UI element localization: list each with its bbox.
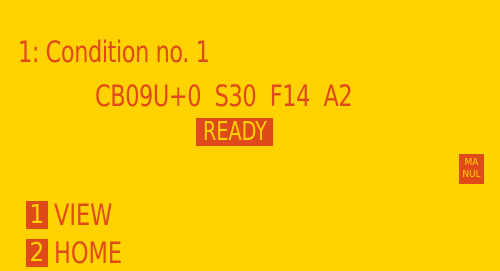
menu-item-home[interactable]: 2 HOME bbox=[26, 237, 133, 269]
mode-line-1: MA bbox=[464, 157, 479, 168]
menu-item-view[interactable]: 1 VIEW bbox=[26, 199, 122, 231]
menu-item-view-number: 1 bbox=[26, 201, 48, 229]
manual-mode-indicator: MA NUL bbox=[459, 154, 484, 184]
menu-item-home-label: HOME bbox=[54, 235, 123, 270]
mode-line-2: NUL bbox=[462, 169, 481, 180]
status-badge: READY bbox=[196, 118, 273, 146]
status-text: READY bbox=[203, 118, 267, 146]
condition-title: 1: Condition no. 1 bbox=[18, 35, 210, 69]
condition-parameters: CB09U+0 S30 F14 A2 bbox=[95, 79, 353, 113]
menu-item-home-number: 2 bbox=[26, 239, 48, 267]
menu-item-view-label: VIEW bbox=[54, 197, 113, 232]
lcd-screen: 1: Condition no. 1 CB09U+0 S30 F14 A2 RE… bbox=[0, 0, 500, 271]
